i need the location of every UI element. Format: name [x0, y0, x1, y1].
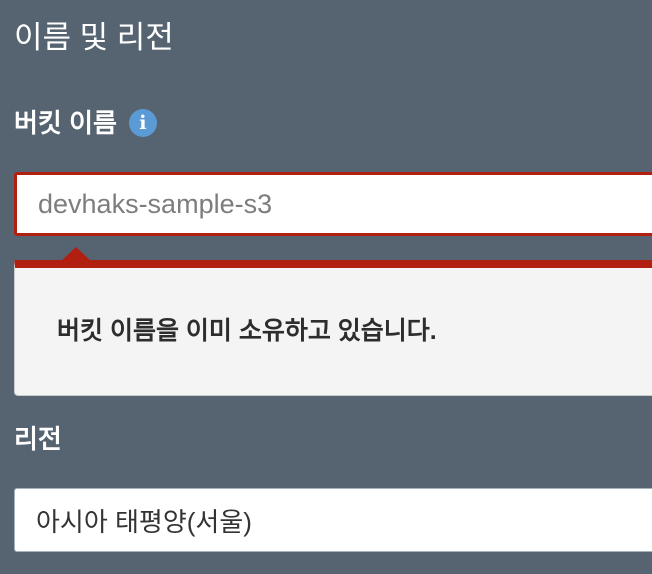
error-message: 버킷 이름을 이미 소유하고 있습니다.	[57, 317, 437, 345]
info-icon[interactable]: i	[128, 109, 157, 137]
region-label: 리전	[14, 424, 62, 454]
region-select[interactable]: 아시아 태평양(서울)	[14, 488, 652, 552]
bucket-name-label: 버킷 이름	[14, 108, 117, 138]
bucket-name-label-row: 버킷 이름 i	[14, 106, 157, 140]
bucket-name-input[interactable]	[14, 172, 652, 236]
section-title: 이름 및 리전	[14, 20, 174, 55]
error-message-box: 버킷 이름을 이미 소유하고 있습니다.	[14, 260, 652, 396]
region-selected-value: 아시아 태평양(서울)	[36, 506, 252, 537]
